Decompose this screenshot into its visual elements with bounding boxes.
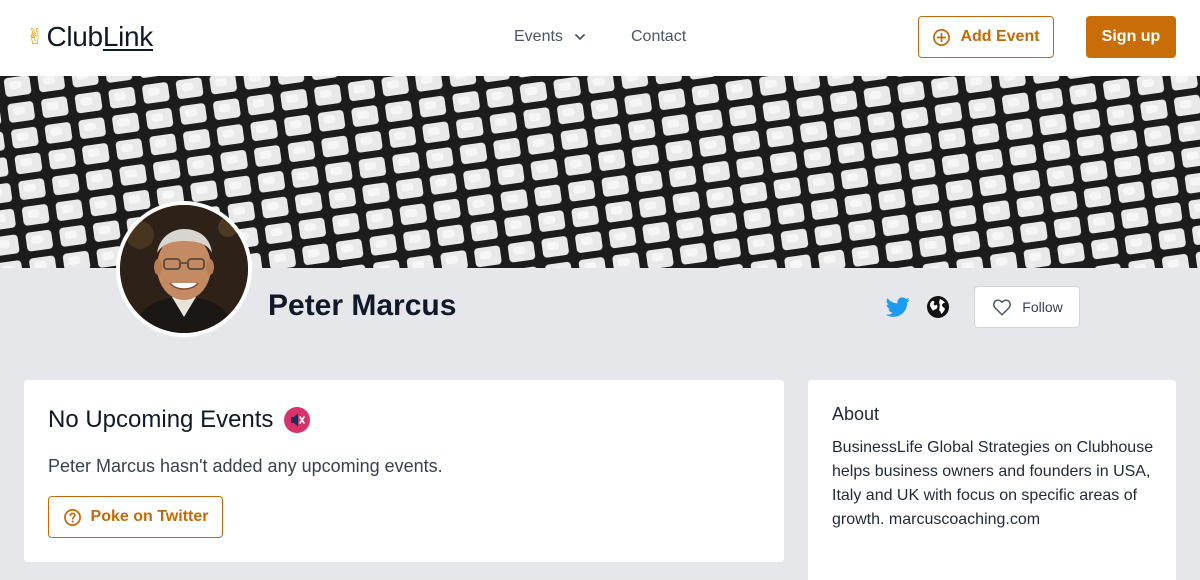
nav-contact-link[interactable]: Contact bbox=[631, 26, 686, 48]
upcoming-events-card: No Upcoming Events Peter Marcus hasn't a… bbox=[24, 380, 784, 562]
heart-icon bbox=[993, 299, 1012, 316]
clublink-logo[interactable]: ✌ Club Link bbox=[26, 20, 153, 54]
victory-hand-icon: ✌ bbox=[26, 24, 45, 49]
nav-events-label: Events bbox=[514, 28, 563, 45]
about-card: About BusinessLife Global Strategies on … bbox=[808, 380, 1176, 580]
no-events-message: Peter Marcus hasn't added any upcoming e… bbox=[48, 456, 443, 476]
poke-on-twitter-label: Poke on Twitter bbox=[90, 508, 209, 525]
about-title: About bbox=[832, 404, 880, 424]
events-card-title: No Upcoming Events bbox=[48, 404, 311, 436]
globe-icon[interactable] bbox=[926, 295, 950, 319]
top-nav-bar: ✌ Club Link Events Contact Add Event Sig… bbox=[0, 0, 1200, 76]
avatar-photo bbox=[120, 205, 248, 333]
question-circle-icon bbox=[63, 508, 81, 526]
plus-circle-icon bbox=[933, 28, 951, 46]
muted-speaker-icon bbox=[284, 407, 311, 433]
logo-text-link: Link bbox=[102, 21, 153, 52]
chevron-down-icon bbox=[575, 34, 585, 40]
profile-avatar bbox=[116, 201, 252, 337]
add-event-button[interactable]: Add Event bbox=[918, 16, 1054, 58]
poke-on-twitter-button[interactable]: Poke on Twitter bbox=[48, 496, 223, 538]
follow-label: Follow bbox=[1022, 299, 1063, 315]
twitter-icon[interactable] bbox=[886, 295, 910, 319]
profile-name: Peter Marcus bbox=[268, 289, 457, 322]
logo-text-club: Club bbox=[46, 21, 103, 52]
nav-events-dropdown[interactable]: Events bbox=[514, 26, 587, 48]
add-event-label: Add Event bbox=[960, 28, 1040, 45]
no-upcoming-events-heading: No Upcoming Events bbox=[48, 406, 274, 433]
sign-up-button[interactable]: Sign up bbox=[1086, 16, 1176, 58]
about-description: BusinessLife Global Strategies on Clubho… bbox=[832, 439, 1154, 528]
follow-button[interactable]: Follow bbox=[974, 286, 1080, 328]
